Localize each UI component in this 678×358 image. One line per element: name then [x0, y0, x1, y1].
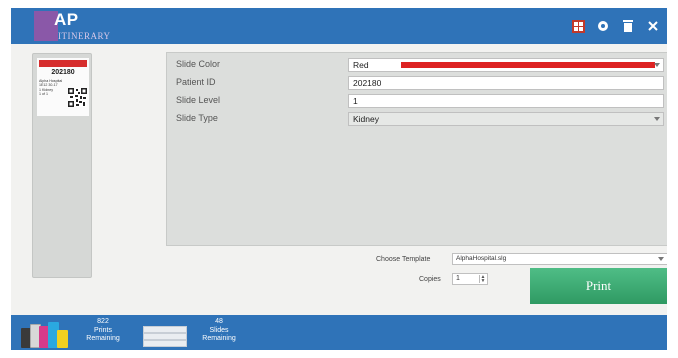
header-icons — [570, 16, 661, 36]
app-logo: AP ITINERARY — [34, 10, 124, 41]
patient-id-input[interactable]: 202180 — [348, 76, 664, 90]
prints-remaining: 822 Prints Remaining — [73, 318, 133, 344]
slide-type-label: Slide Type — [176, 113, 218, 123]
template-label: Choose Template — [376, 256, 431, 263]
slide-type-row: Slide Type Kidney — [167, 111, 667, 127]
close-icon[interactable] — [645, 18, 661, 34]
app-window: AP ITINERARY 202180 Alpha Hospital 1E12 … — [11, 8, 667, 350]
slide-color-value: Red — [353, 60, 369, 70]
copies-stepper[interactable]: 1 ▲ ▼ — [452, 273, 488, 285]
slides-count: 48 — [215, 318, 223, 325]
slide-label-id: 202180 — [51, 69, 75, 76]
slide-color-select[interactable]: Red — [348, 58, 664, 72]
qr-code-icon — [68, 88, 87, 107]
copies-label: Copies — [419, 276, 441, 283]
slide-form: Slide Color Red Patient ID 202180 Slide … — [166, 52, 667, 246]
prints-remaining-label: Remaining — [86, 335, 120, 342]
prints-count: 822 — [97, 318, 109, 325]
slide-color-row: Slide Color Red — [167, 57, 667, 73]
trash-icon[interactable] — [620, 18, 636, 34]
copies-value: 1 — [456, 275, 460, 282]
slide-label-text: Alpha Hospital 1E12 30-17 1 Kidney 1 of … — [39, 79, 62, 97]
copies-spin-icon[interactable]: ▲ ▼ — [479, 275, 486, 284]
header-bar: AP ITINERARY — [11, 8, 667, 44]
gear-icon[interactable] — [595, 18, 611, 34]
cassette-icon[interactable] — [570, 18, 586, 34]
logo-subtext: ITINERARY — [58, 31, 111, 41]
template-select[interactable]: AlphaHospital.slg — [452, 253, 667, 265]
slide-stack-icon — [143, 320, 187, 347]
slide-level-label: Slide Level — [176, 95, 221, 105]
slide-color-strip — [39, 60, 87, 67]
slide-type-select[interactable]: Kidney — [348, 112, 664, 126]
slides-remaining-label: Remaining — [202, 335, 236, 342]
slide-level-input[interactable]: 1 — [348, 94, 664, 108]
patient-id-row: Patient ID 202180 — [167, 75, 667, 91]
slide-label-line: 1 of 1 — [39, 92, 48, 97]
logo-text: AP — [54, 10, 79, 29]
slides-label: Slides — [209, 326, 229, 334]
slide-color-swatch — [401, 62, 655, 68]
prints-label: Prints — [94, 326, 112, 334]
patient-id-label: Patient ID — [176, 77, 216, 87]
status-footer: 822 Prints Remaining 48 Slides Remaining — [11, 315, 667, 350]
print-button[interactable]: Print — [530, 268, 667, 304]
slide-color-label: Slide Color — [176, 59, 221, 69]
slides-remaining: 48 Slides Remaining — [189, 318, 249, 344]
slide-level-row: Slide Level 1 — [167, 93, 667, 109]
slide-label: 202180 Alpha Hospital 1E12 30-17 1 Kidne… — [37, 58, 89, 116]
slide-preview: 202180 Alpha Hospital 1E12 30-17 1 Kidne… — [32, 53, 92, 278]
ink-bottles-icon — [21, 320, 68, 348]
